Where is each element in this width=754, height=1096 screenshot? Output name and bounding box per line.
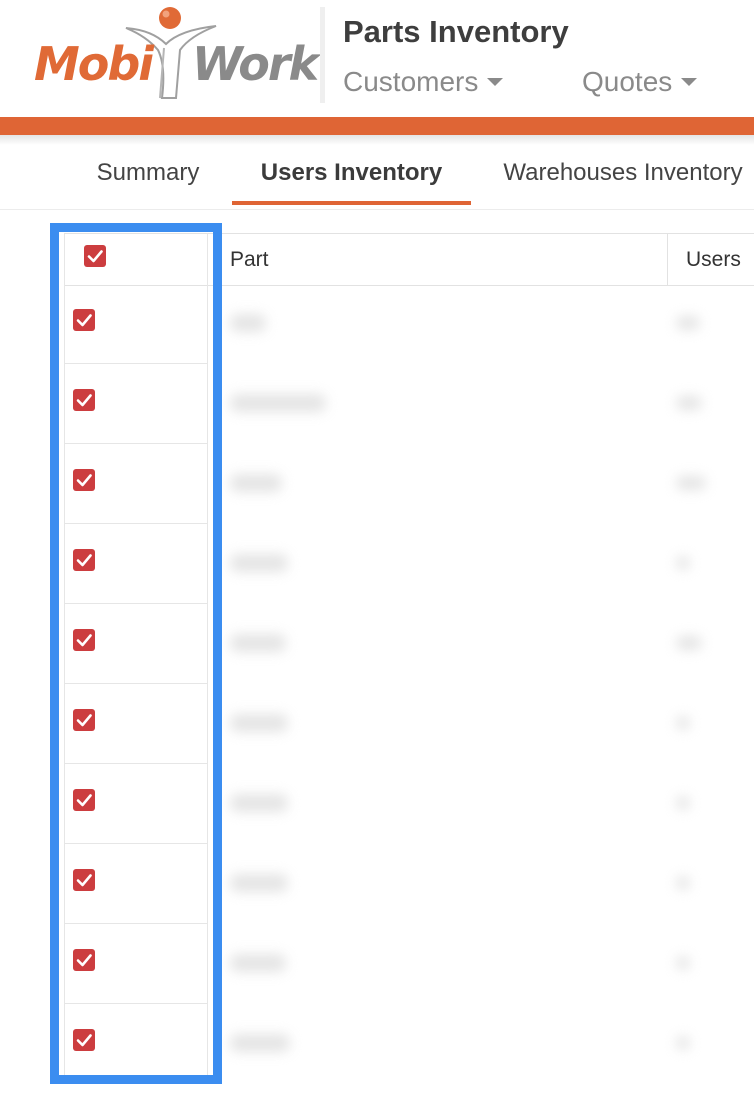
caret-down-icon bbox=[487, 77, 504, 86]
blurred-users-value bbox=[676, 796, 690, 810]
checkmark-icon bbox=[76, 1034, 92, 1047]
row-checkbox[interactable] bbox=[73, 389, 95, 411]
table-row[interactable] bbox=[64, 764, 754, 844]
blurred-part-name bbox=[230, 954, 286, 972]
tab-users-inventory[interactable]: Users Inventory bbox=[232, 145, 471, 205]
header-shadow bbox=[0, 135, 754, 145]
blurred-part-name bbox=[230, 1034, 290, 1052]
column-header-users[interactable]: Users bbox=[686, 234, 741, 285]
table-row[interactable] bbox=[64, 684, 754, 764]
customers-menu[interactable]: Customers bbox=[343, 66, 504, 102]
customers-menu-label: Customers bbox=[343, 66, 479, 97]
column-separator bbox=[667, 234, 668, 285]
blurred-part-name bbox=[230, 794, 288, 812]
table-row[interactable] bbox=[64, 604, 754, 684]
checkmark-icon bbox=[76, 794, 92, 807]
table-row[interactable] bbox=[64, 364, 754, 444]
blurred-users-value bbox=[676, 956, 690, 970]
blurred-users-value bbox=[676, 476, 706, 490]
checkmark-icon bbox=[76, 714, 92, 727]
app-header: Mobi Work Parts Inventory Customers Quot… bbox=[0, 0, 754, 117]
mobiwork-logo[interactable]: Mobi Work bbox=[34, 6, 319, 102]
row-checkbox[interactable] bbox=[73, 709, 95, 731]
blurred-users-value bbox=[676, 396, 702, 410]
row-checkbox[interactable] bbox=[73, 789, 95, 811]
row-select-cell bbox=[64, 524, 208, 604]
checkmark-icon bbox=[76, 394, 92, 407]
users-inventory-grid: Part Users bbox=[64, 233, 754, 1096]
header-divider bbox=[320, 7, 325, 103]
checkmark-icon bbox=[87, 250, 103, 263]
select-all-checkbox[interactable] bbox=[84, 245, 106, 267]
row-select-cell bbox=[64, 444, 208, 524]
table-row[interactable] bbox=[64, 444, 754, 524]
grid-header: Part Users bbox=[64, 233, 754, 286]
blurred-part-name bbox=[230, 314, 266, 332]
page: Mobi Work Parts Inventory Customers Quot… bbox=[0, 0, 754, 1096]
blurred-users-value bbox=[676, 556, 690, 570]
table-row[interactable] bbox=[64, 284, 754, 364]
blurred-part-name bbox=[230, 474, 282, 492]
row-select-cell bbox=[64, 604, 208, 684]
row-checkbox[interactable] bbox=[73, 1029, 95, 1051]
checkmark-icon bbox=[76, 474, 92, 487]
row-checkbox[interactable] bbox=[73, 949, 95, 971]
row-checkbox[interactable] bbox=[73, 549, 95, 571]
tab-summary[interactable]: Summary bbox=[78, 145, 218, 205]
blurred-part-name bbox=[230, 554, 288, 572]
column-header-part[interactable]: Part bbox=[230, 234, 269, 285]
blurred-users-value bbox=[676, 1036, 690, 1050]
row-checkbox[interactable] bbox=[73, 309, 95, 331]
blurred-part-name bbox=[230, 714, 288, 732]
blurred-users-value bbox=[676, 636, 702, 650]
row-select-cell bbox=[64, 1004, 208, 1084]
row-checkbox[interactable] bbox=[73, 869, 95, 891]
row-select-cell bbox=[64, 844, 208, 924]
tab-warehouses-inventory[interactable]: Warehouses Inventory bbox=[492, 145, 754, 205]
table-row[interactable] bbox=[64, 844, 754, 924]
quotes-menu-label: Quotes bbox=[582, 66, 673, 97]
page-title: Parts Inventory bbox=[343, 14, 569, 49]
select-column-header bbox=[64, 234, 208, 285]
logo-text-mobi: Mobi bbox=[34, 37, 154, 91]
table-row[interactable] bbox=[64, 524, 754, 604]
row-checkbox[interactable] bbox=[73, 629, 95, 651]
row-select-cell bbox=[64, 284, 208, 364]
inventory-tabs: Summary Users Inventory Warehouses Inven… bbox=[0, 145, 754, 210]
checkmark-icon bbox=[76, 314, 92, 327]
checkmark-icon bbox=[76, 554, 92, 567]
blurred-part-name bbox=[230, 634, 286, 652]
header-accent-bar bbox=[0, 117, 754, 135]
blurred-part-name bbox=[230, 394, 326, 412]
row-select-cell bbox=[64, 764, 208, 844]
blurred-part-name bbox=[230, 874, 288, 892]
blurred-users-value bbox=[676, 716, 690, 730]
table-row[interactable] bbox=[64, 1004, 754, 1084]
row-select-cell bbox=[64, 364, 208, 444]
table-row[interactable] bbox=[64, 924, 754, 1004]
quotes-menu[interactable]: Quotes bbox=[582, 66, 698, 102]
row-checkbox[interactable] bbox=[73, 469, 95, 491]
logo-text-work: Work bbox=[192, 37, 319, 91]
blurred-users-value bbox=[676, 316, 700, 330]
checkmark-icon bbox=[76, 634, 92, 647]
blurred-users-value bbox=[676, 876, 690, 890]
row-select-cell bbox=[64, 684, 208, 764]
row-select-cell bbox=[64, 924, 208, 1004]
checkmark-icon bbox=[76, 874, 92, 887]
checkmark-icon bbox=[76, 954, 92, 967]
caret-down-icon bbox=[681, 77, 698, 86]
